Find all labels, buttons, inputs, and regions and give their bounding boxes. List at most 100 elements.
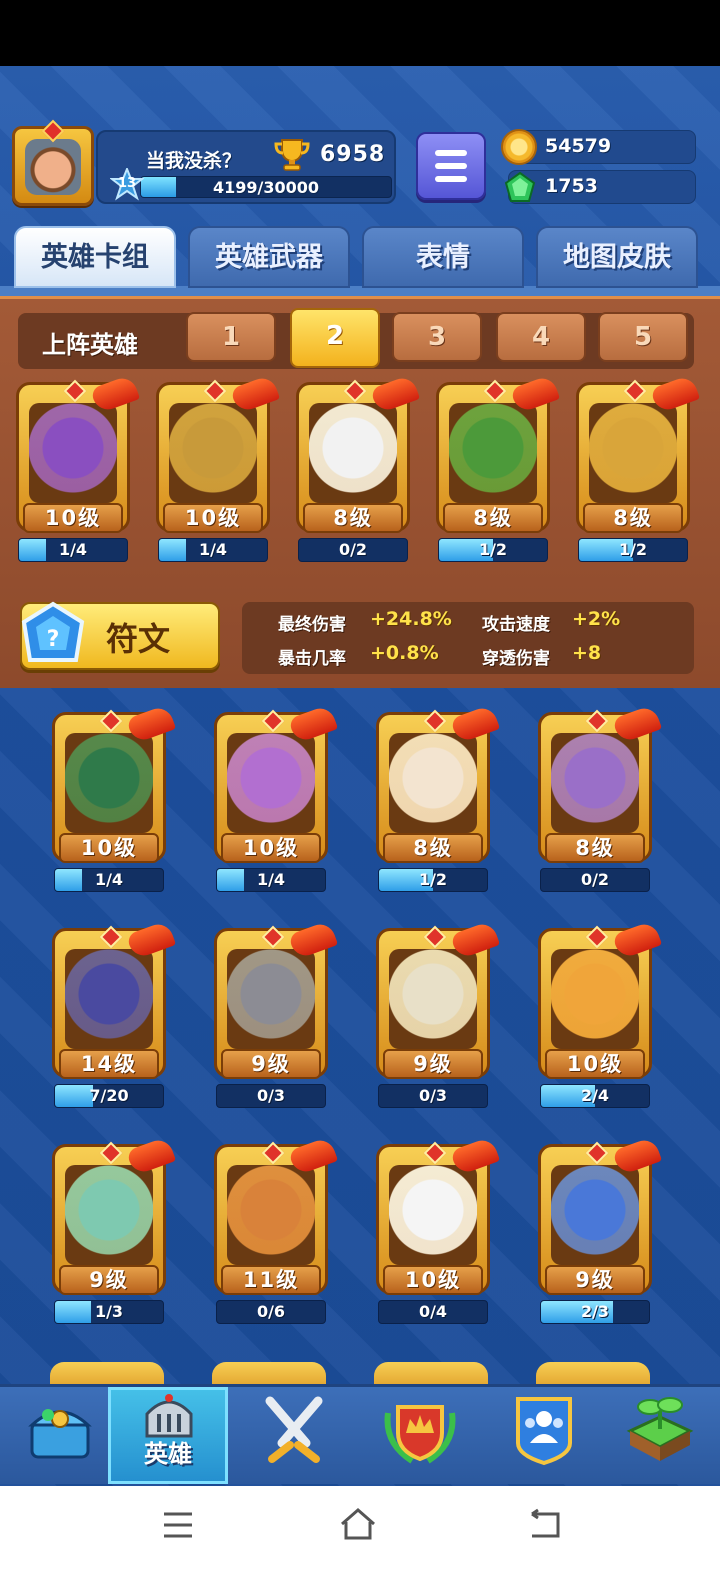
trophy-count: 6958 [320,142,386,167]
nav-clan[interactable] [360,1387,480,1484]
stat-value: +2% [572,608,621,630]
tab-emotes[interactable]: 表情 [362,226,524,288]
lineup-slot-5[interactable]: 5 [598,312,688,362]
hero-upgrade-text: 0/3 [418,1086,448,1105]
card-crest-icon [99,925,123,949]
hero-portrait [309,403,397,503]
hero-level: 11级 [221,1265,321,1295]
card-crest-icon [623,379,647,403]
lineup-slot-4[interactable]: 4 [496,312,586,362]
hero-portrait [65,733,153,833]
hero-card[interactable]: 8级 0/2 [532,704,663,892]
hero-portrait [551,733,639,833]
nav-garden[interactable] [600,1387,720,1484]
hero-card[interactable]: 8级 1/2 [370,704,501,892]
hero-card-frame: 8级 [376,704,501,863]
hero-card[interactable]: 11级 0/6 [208,1136,339,1324]
hero-card[interactable]: 9级 0/3 [208,920,339,1108]
hero-upgrade-text: 1/2 [618,540,648,559]
hero-card[interactable]: 10级 2/4 [532,920,663,1108]
trophy-icon [274,139,310,171]
tab-hero-weapons[interactable]: 英雄武器 [188,226,350,288]
card-crest-icon [99,1141,123,1165]
hero-card[interactable]: 10级 0/4 [370,1136,501,1324]
player-avatar[interactable] [12,119,94,206]
card-crest-icon [423,1141,447,1165]
hero-helmet-icon [145,1394,193,1438]
rune-label: 符文 [106,620,171,658]
rune-button[interactable]: ? 符文 [20,601,220,670]
nav-social[interactable] [484,1387,604,1484]
hero-card-frame: 10级 [376,1136,501,1295]
hero-card-frame: 8级 [576,374,701,533]
hero-upgrade-text: 0/2 [580,870,610,889]
hero-card[interactable]: 14级 7/20 [46,920,177,1108]
hero-upgrade-text: 1/4 [198,540,228,559]
hero-level: 9级 [59,1265,159,1295]
hero-card[interactable]: 9级 1/3 [46,1136,177,1324]
lineup-slot-3[interactable]: 3 [392,312,482,362]
hero-upgrade-text: 1/4 [256,870,286,889]
hero-upgrade-progress: 0/2 [298,538,408,562]
slot-number: 2 [325,321,345,351]
stat-label: 最终伤害 [278,615,346,635]
hero-card[interactable]: 10级 1/4 [46,704,177,892]
hero-card[interactable]: 8级 1/2 [430,374,561,562]
coin-icon [501,129,537,165]
hero-card[interactable]: 10级 1/4 [10,374,141,562]
sprout-island-icon [626,1397,694,1461]
hero-upgrade-progress: 1/2 [378,868,488,892]
system-nav-bar [0,1486,720,1584]
card-crest-icon [261,709,285,733]
recent-apps-icon[interactable] [162,1510,194,1540]
nav-heroes[interactable]: 英雄 [108,1387,228,1484]
hero-upgrade-progress: 0/3 [216,1084,326,1108]
hero-upgrade-text: 2/4 [580,1086,610,1105]
hero-upgrade-progress: 0/2 [540,868,650,892]
nav-shop[interactable] [0,1387,120,1484]
player-name: 当我没杀？ [146,150,242,172]
rune-stats-panel: 最终伤害 +24.8% 攻击速度 +2% 暴击几率 +0.8% 穿透伤害 +8 [242,602,694,674]
hero-portrait [227,1165,315,1265]
lineup-slot-1[interactable]: 1 [186,312,276,362]
hero-upgrade-text: 1/2 [418,870,448,889]
hero-upgrade-text: 1/4 [94,870,124,889]
hero-level: 9级 [221,1049,321,1079]
slot-number: 4 [531,322,551,352]
tab-hero-deck[interactable]: 英雄卡组 [14,226,176,288]
crown-shield-icon [384,1405,456,1464]
hero-level: 14级 [59,1049,159,1079]
menu-icon-bar [435,176,467,182]
lineup-slot-2[interactable]: 2 [290,308,380,368]
card-crest-icon [483,379,507,403]
tab-label: 英雄武器 [215,242,323,273]
back-icon[interactable] [526,1508,562,1540]
hero-card[interactable]: 9级 2/3 [532,1136,663,1324]
hero-portrait [589,403,677,503]
home-icon[interactable] [338,1506,378,1542]
card-crest-icon [585,1141,609,1165]
hero-portrait [65,949,153,1049]
hero-upgrade-progress: 0/3 [378,1084,488,1108]
tab-map-skins[interactable]: 地图皮肤 [536,226,698,288]
coins-panel[interactable]: 54579 [501,129,696,165]
hero-level: 10级 [59,833,159,863]
hero-upgrade-progress: 7/20 [54,1084,164,1108]
hero-card[interactable]: 8级 0/2 [290,374,421,562]
card-crest-icon [99,709,123,733]
hero-card[interactable]: 10级 1/4 [150,374,281,562]
gems-panel[interactable]: 1753 [504,170,696,204]
menu-icon-bar [435,163,467,169]
nav-battle[interactable] [234,1387,354,1484]
coins-value: 54579 [545,135,612,157]
hero-portrait [551,1165,639,1265]
menu-button[interactable] [416,132,486,200]
hero-card[interactable]: 8级 1/2 [570,374,701,562]
slot-number: 1 [221,322,241,352]
hero-portrait [169,403,257,503]
hero-card[interactable]: 9级 0/3 [370,920,501,1108]
hero-card[interactable]: 10级 1/4 [208,704,339,892]
hero-card-frame: 10级 [156,374,281,533]
stat-value: +8 [572,642,602,664]
player-level: 13 [117,176,137,191]
